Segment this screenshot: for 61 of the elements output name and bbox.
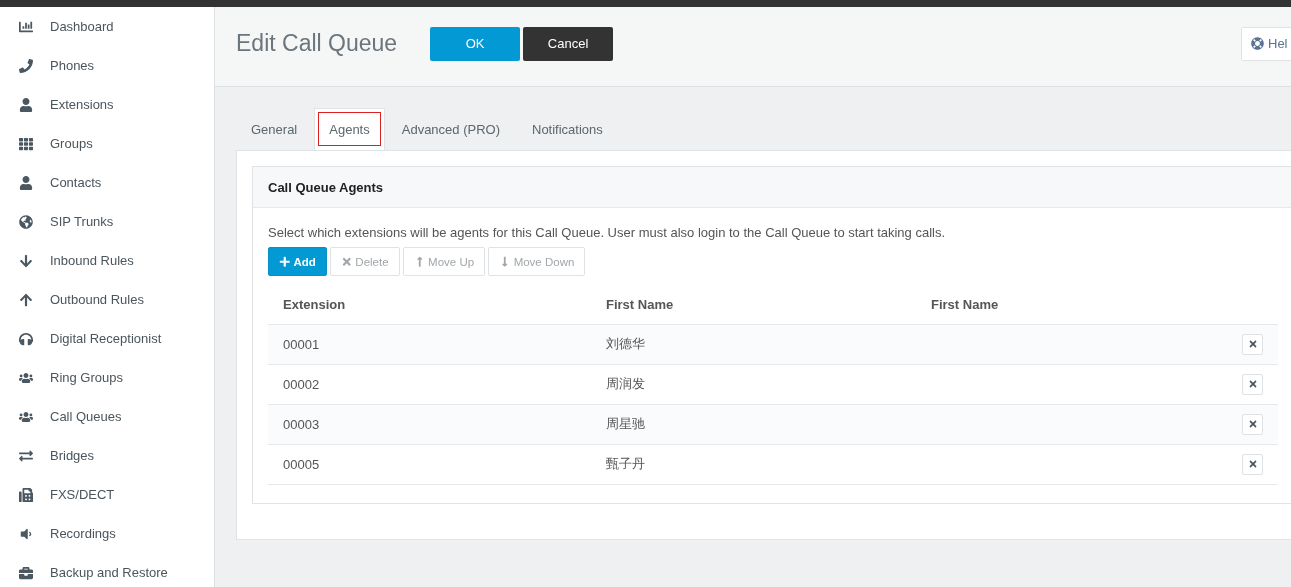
person-icon <box>19 97 33 112</box>
x-icon <box>340 255 353 268</box>
sidebar-item[interactable]: Outbound Rules <box>0 280 214 319</box>
table-cell: 周润发 <box>591 364 916 404</box>
column-header: First Name <box>916 286 1227 324</box>
table-cell: 00001 <box>268 324 591 364</box>
table-cell: 00002 <box>268 364 591 404</box>
table-cell: 00003 <box>268 404 591 444</box>
card-title: Call Queue Agents <box>253 167 1291 208</box>
table-cell: 刘德华 <box>591 324 916 364</box>
table-cell: 周星驰 <box>591 404 916 444</box>
x-icon <box>1247 379 1258 389</box>
x-icon <box>1247 459 1258 469</box>
telephone-icon <box>19 58 33 73</box>
remove-button[interactable] <box>1242 333 1263 355</box>
people-icon <box>19 409 33 424</box>
arrow-down-icon <box>19 253 33 268</box>
remove-button[interactable] <box>1242 453 1263 475</box>
bar-chart-icon <box>19 19 33 34</box>
briefcase-icon <box>19 565 33 580</box>
help-button[interactable]: Hel <box>1241 26 1291 61</box>
globe-icon <box>19 214 33 229</box>
sidebar-item[interactable]: Extensions <box>0 85 214 124</box>
table-cell: 00005 <box>268 444 591 484</box>
x-icon <box>1247 419 1258 429</box>
life-ring-icon <box>1251 37 1264 50</box>
tab[interactable]: Advanced (PRO) <box>386 108 515 150</box>
sidebar-item[interactable]: Groups <box>0 124 214 163</box>
column-header: Extension <box>268 286 591 324</box>
swap-arrows-icon <box>19 448 33 463</box>
sidebar-item[interactable]: Bridges <box>0 436 214 475</box>
sidebar-item[interactable]: FXS/DECT <box>0 475 214 514</box>
sidebar-item[interactable]: Recordings <box>0 514 214 553</box>
sidebar-item[interactable]: Phones <box>0 46 214 85</box>
tab[interactable]: General <box>236 108 313 150</box>
headphones-icon <box>19 331 33 346</box>
sidebar-item[interactable]: Digital Receptionist <box>0 319 214 358</box>
cancel-button[interactable]: Cancel <box>523 26 614 61</box>
tab[interactable]: Agents <box>314 108 385 150</box>
remove-button[interactable] <box>1242 413 1263 435</box>
speaker-icon <box>19 526 33 541</box>
page-title: Edit Call Queue <box>236 30 398 57</box>
fax-icon <box>19 487 33 502</box>
people-icon <box>19 370 33 385</box>
sidebar-item[interactable]: SIP Trunks <box>0 202 214 241</box>
column-header: First Name <box>591 286 916 324</box>
sidebar-item[interactable]: Inbound Rules <box>0 241 214 280</box>
sidebar-item[interactable]: Call Queues <box>0 397 214 436</box>
sidebar-item[interactable]: Dashboard <box>0 7 214 46</box>
sidebar-item[interactable]: Ring Groups <box>0 358 214 397</box>
sidebar-item[interactable]: Contacts <box>0 163 214 202</box>
remove-button[interactable] <box>1242 373 1263 395</box>
plus-icon <box>279 255 291 268</box>
description-text: Select which extensions will be agents for this Call Queue. User must also login to the Call Queue to start taking calls. <box>268 225 947 240</box>
grid-icon <box>19 136 33 151</box>
arrow-up-icon <box>19 292 33 307</box>
person-icon <box>19 175 33 190</box>
x-icon <box>1247 339 1258 349</box>
table-cell: 甄子丹 <box>591 444 916 484</box>
tab[interactable]: Notifications <box>517 108 618 150</box>
sidebar-item[interactable]: Backup and Restore <box>0 553 214 587</box>
